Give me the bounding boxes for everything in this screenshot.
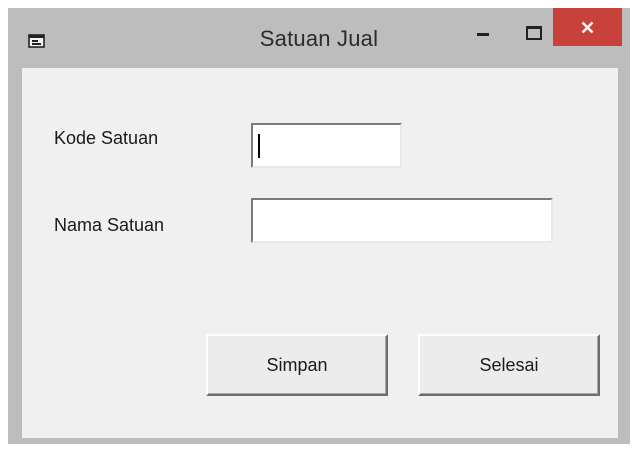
maximize-icon <box>526 26 542 40</box>
simpan-button[interactable]: Simpan <box>206 334 388 396</box>
title-bar[interactable]: Satuan Jual <box>8 8 630 68</box>
nama-satuan-input[interactable] <box>251 198 553 243</box>
close-icon <box>581 21 594 34</box>
minimize-button[interactable] <box>464 8 504 44</box>
kode-satuan-label: Kode Satuan <box>54 128 159 148</box>
selesai-button[interactable]: Selesai <box>418 334 600 396</box>
maximize-button[interactable] <box>513 8 553 44</box>
form-window: Satuan Jual Kode Satuan Nama Satuan Simp… <box>8 8 630 444</box>
text-caret <box>258 134 260 158</box>
close-button[interactable] <box>553 8 622 46</box>
form-body: Kode Satuan Nama Satuan Simpan Selesai <box>22 68 618 438</box>
nama-satuan-label: Nama Satuan <box>54 215 165 235</box>
kode-satuan-input[interactable] <box>251 123 402 168</box>
minimize-icon <box>477 33 489 36</box>
